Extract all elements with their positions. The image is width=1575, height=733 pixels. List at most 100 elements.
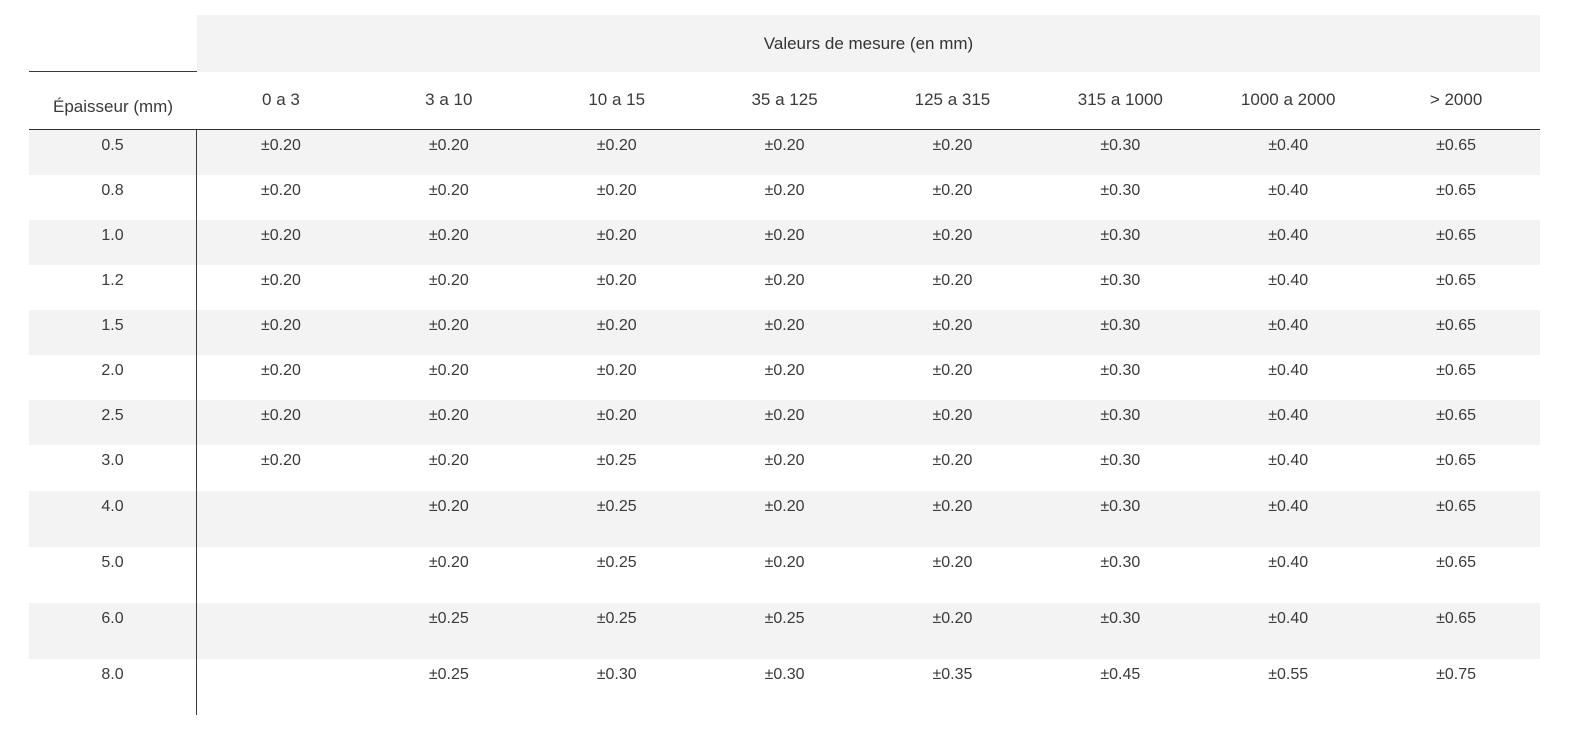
table-row: 6.0 ±0.25 ±0.25 ±0.25 ±0.20 ±0.30 ±0.40 ±0.65	[29, 603, 1540, 659]
thickness-cell: 3.0	[29, 445, 197, 491]
column-header: 1000 a 2000	[1240, 90, 1336, 109]
tolerance-cell: ±0.40	[1268, 272, 1309, 289]
table-row: 0.5 ±0.20 ±0.20 ±0.20 ±0.20 ±0.20 ±0.30 ±0.40 ±0…	[29, 130, 1540, 175]
tolerance-cell: ±0.30	[1100, 610, 1141, 627]
tolerance-cell: ±0.30	[764, 666, 805, 683]
tolerance-cell: ±0.20	[932, 182, 973, 199]
tolerance-cell: ±0.20	[428, 182, 469, 199]
tolerance-cell: ±0.30	[1100, 182, 1141, 199]
tolerance-cell: ±0.40	[1268, 452, 1309, 469]
tolerance-cell: ±0.65	[1436, 182, 1477, 199]
column-header: 0 a 3	[262, 90, 300, 109]
tolerance-cell: ±0.65	[1436, 317, 1477, 334]
tolerance-cell: ±0.20	[596, 272, 637, 289]
tolerance-cell: ±0.30	[1100, 362, 1141, 379]
column-header: 315 a 1000	[1077, 90, 1163, 109]
column-header: 10 a 15	[588, 90, 646, 109]
column-header: 3 a 10	[425, 90, 473, 109]
tolerance-cell: ±0.40	[1268, 498, 1309, 515]
thickness-cell: 1.2	[29, 265, 197, 310]
tolerance-cell: ±0.65	[1436, 407, 1477, 424]
table-body: 0.5 ±0.20 ±0.20 ±0.20 ±0.20 ±0.20 ±0.30 ±0.40 ±0…	[29, 130, 1540, 715]
tolerance-cell: ±0.30	[1100, 317, 1141, 334]
thickness-cell: 8.0	[29, 659, 197, 715]
tolerance-cell: ±0.65	[1436, 272, 1477, 289]
tolerance-cell: ±0.20	[932, 610, 973, 627]
table-row: 4.0 ±0.20 ±0.25 ±0.20 ±0.20 ±0.30 ±0.40 ±0.65	[29, 491, 1540, 547]
tolerance-cell: ±0.20	[764, 498, 805, 515]
column-header: 35 a 125	[751, 90, 818, 109]
tolerance-cell: ±0.20	[932, 554, 973, 571]
thickness-cell: 0.8	[29, 175, 197, 220]
tolerance-cell: ±0.20	[596, 317, 637, 334]
tolerance-cell: ±0.30	[1100, 272, 1141, 289]
tolerance-cell: ±0.20	[596, 407, 637, 424]
tolerance-cell: ±0.20	[596, 362, 637, 379]
tolerance-cell: ±0.20	[596, 137, 637, 154]
tolerance-cell: ±0.65	[1436, 452, 1477, 469]
tolerance-cell: ±0.20	[428, 452, 469, 469]
tolerance-cell: ±0.65	[1436, 362, 1477, 379]
tolerance-cell: ±0.75	[1436, 666, 1477, 683]
table-row: 2.5 ±0.20 ±0.20 ±0.20 ±0.20 ±0.20 ±0.30 ±0.40 ±0…	[29, 400, 1540, 445]
tolerance-cell: ±0.20	[428, 227, 469, 244]
tolerance-cell: ±0.20	[932, 227, 973, 244]
tolerance-cell: ±0.20	[260, 272, 301, 289]
tolerance-cell	[197, 603, 365, 659]
tolerance-cell: ±0.20	[260, 137, 301, 154]
tolerance-cell: ±0.30	[1100, 137, 1141, 154]
tolerance-cell: ±0.40	[1268, 317, 1309, 334]
thickness-cell: 1.0	[29, 220, 197, 265]
tolerance-cell: ±0.20	[932, 498, 973, 515]
tolerance-cell: ±0.20	[764, 452, 805, 469]
tolerance-cell: ±0.20	[932, 137, 973, 154]
tolerance-cell: ±0.20	[428, 498, 469, 515]
tolerance-cell: ±0.20	[260, 182, 301, 199]
table-row: 1.0 ±0.20 ±0.20 ±0.20 ±0.20 ±0.20 ±0.30 ±0.40 ±0…	[29, 220, 1540, 265]
thickness-cell: 6.0	[29, 603, 197, 659]
tolerance-cell: ±0.40	[1268, 554, 1309, 571]
column-header-row: Épaisseur (mm) 0 a 3 3 a 10 10 a 15 35 a 12…	[29, 72, 1540, 130]
table-row: 1.5 ±0.20 ±0.20 ±0.20 ±0.20 ±0.20 ±0.30 ±0.40 ±0…	[29, 310, 1540, 355]
table-row: 1.2 ±0.20 ±0.20 ±0.20 ±0.20 ±0.20 ±0.30 ±0.40 ±0…	[29, 265, 1540, 310]
tolerance-cell: ±0.20	[764, 227, 805, 244]
tolerance-cell: ±0.30	[1100, 554, 1141, 571]
tolerance-cell: ±0.40	[1268, 137, 1309, 154]
thickness-cell: 0.5	[29, 130, 197, 175]
tolerance-cell: ±0.30	[1100, 407, 1141, 424]
tolerance-cell: ±0.20	[260, 362, 301, 379]
tolerance-cell: ±0.25	[596, 498, 637, 515]
tolerance-cell: ±0.20	[428, 554, 469, 571]
tolerance-cell: ±0.20	[428, 362, 469, 379]
tolerance-cell: ±0.40	[1268, 407, 1309, 424]
table-row: 5.0 ±0.20 ±0.25 ±0.20 ±0.20 ±0.30 ±0.40 ±0.65	[29, 547, 1540, 603]
tolerance-cell: ±0.30	[1100, 227, 1141, 244]
tolerance-cell: ±0.20	[764, 137, 805, 154]
thickness-cell: 1.5	[29, 310, 197, 355]
tolerance-cell: ±0.35	[932, 666, 973, 683]
tolerance-cell: ±0.65	[1436, 554, 1477, 571]
tolerance-cell	[197, 547, 365, 603]
table-row: 8.0 ±0.25 ±0.30 ±0.30 ±0.35 ±0.45 ±0.55 ±0.75	[29, 659, 1540, 715]
tolerance-cell: ±0.45	[1100, 666, 1141, 683]
tolerance-cell	[197, 659, 365, 715]
table-row: 3.0 ±0.20 ±0.20 ±0.25 ±0.20 ±0.20 ±0.30 ±0.40 ±0…	[29, 445, 1540, 491]
tolerance-cell: ±0.20	[260, 452, 301, 469]
tolerance-cell: ±0.30	[1100, 498, 1141, 515]
tolerance-cell: ±0.20	[764, 182, 805, 199]
tolerance-cell: ±0.20	[428, 272, 469, 289]
tolerance-cell: ±0.30	[596, 666, 637, 683]
tolerance-cell: ±0.20	[932, 362, 973, 379]
tolerance-cell: ±0.40	[1268, 182, 1309, 199]
tolerance-cell: ±0.25	[428, 610, 469, 627]
tolerance-cell	[197, 491, 365, 547]
tolerance-cell: ±0.20	[932, 272, 973, 289]
tolerance-cell: ±0.20	[596, 182, 637, 199]
tolerance-cell: ±0.20	[764, 407, 805, 424]
table-row: 0.8 ±0.20 ±0.20 ±0.20 ±0.20 ±0.20 ±0.30 ±0.40 ±0…	[29, 175, 1540, 220]
table-row: 2.0 ±0.20 ±0.20 ±0.20 ±0.20 ±0.20 ±0.30 ±0.40 ±0…	[29, 355, 1540, 400]
tolerance-cell: ±0.25	[596, 554, 637, 571]
tolerance-cell: ±0.25	[428, 666, 469, 683]
tolerance-cell: ±0.25	[596, 452, 637, 469]
tolerance-cell: ±0.20	[260, 227, 301, 244]
